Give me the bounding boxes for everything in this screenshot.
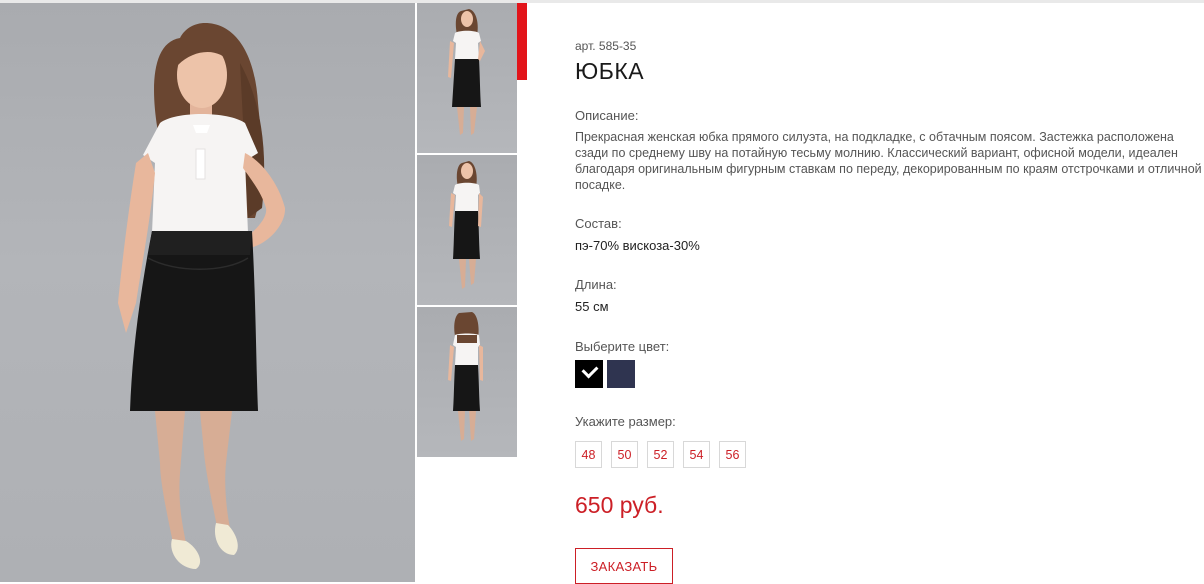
thumbnail-front[interactable]	[417, 3, 517, 153]
article-number: арт. 585-35	[575, 39, 637, 53]
size-options: 48 50 52 54 56	[575, 441, 746, 468]
size-option-54[interactable]: 54	[683, 441, 710, 468]
thumbnail-back[interactable]	[417, 307, 517, 457]
size-option-52[interactable]: 52	[647, 441, 674, 468]
main-product-image	[0, 3, 415, 582]
product-title: ЮБКА	[575, 58, 645, 84]
price: 650 руб.	[575, 492, 664, 518]
size-option-48[interactable]: 48	[575, 441, 602, 468]
composition-value: пэ-70% вискоза-30%	[575, 238, 700, 253]
thumbnail-strip	[417, 3, 517, 459]
thumbnail-side[interactable]	[417, 155, 517, 305]
color-swatch-navy[interactable]	[607, 360, 635, 388]
length-value: 55 см	[575, 299, 609, 314]
length-label: Длина:	[575, 277, 617, 292]
size-label: Укажите размер:	[575, 414, 676, 429]
color-options	[575, 360, 635, 388]
composition-label: Состав:	[575, 216, 622, 231]
description-label: Описание:	[575, 108, 639, 123]
active-thumbnail-indicator	[517, 3, 527, 80]
color-label: Выберите цвет:	[575, 339, 670, 354]
size-option-56[interactable]: 56	[719, 441, 746, 468]
color-swatch-black[interactable]	[575, 360, 603, 388]
description-text: Прекрасная женская юбка прямого силуэта,…	[575, 130, 1202, 192]
size-option-50[interactable]: 50	[611, 441, 638, 468]
order-button[interactable]: ЗАКАЗАТЬ	[575, 548, 673, 584]
